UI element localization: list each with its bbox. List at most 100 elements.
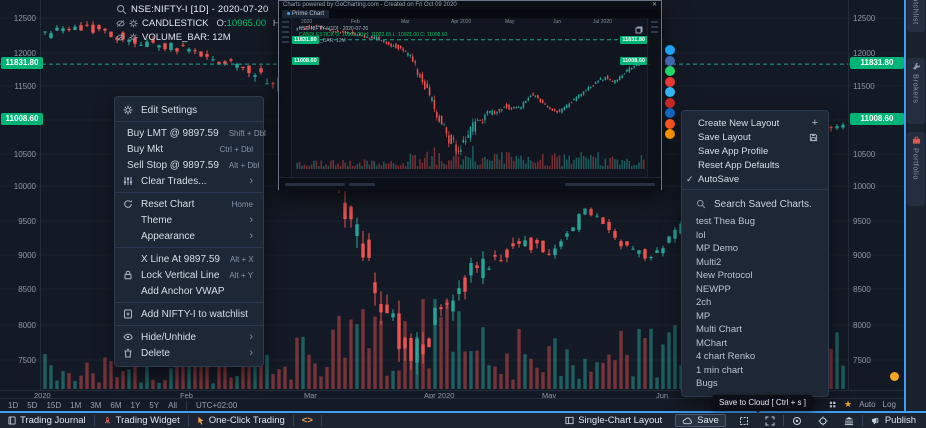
menu-item-save-layout[interactable]: Save Layout (682, 130, 828, 144)
saved-charts-search-input[interactable]: Search Saved Charts. (682, 193, 828, 215)
share-linkedin-icon[interactable] (665, 108, 675, 118)
saved-chart-item[interactable]: 2ch (682, 296, 828, 310)
menu-item-save-app-profile[interactable]: Save App Profile (682, 144, 828, 158)
grid-settings-icon[interactable] (828, 400, 837, 409)
menu-item-label: Add NIFTY-I to watchlist (141, 309, 253, 320)
timeframe-1d[interactable]: 1D (8, 401, 18, 410)
price-tick: 11500 (0, 82, 36, 91)
submenu-arrow-icon: › (249, 332, 253, 342)
saved-chart-item[interactable]: MP Demo (682, 242, 828, 256)
volume-study-label[interactable]: VOLUME_BAR: 12M (142, 32, 231, 43)
timeframe-6m[interactable]: 6M (110, 401, 121, 410)
price-tick: 9000 (0, 251, 36, 260)
record-button[interactable] (784, 413, 810, 428)
timezone-selector[interactable]: UTC+02:00 (196, 401, 237, 410)
menu-item-add-to-watchlist[interactable]: Add NIFTY-I to watchlist (115, 306, 263, 322)
menu-item-label: Edit Settings (141, 105, 253, 116)
menu-item-hide-unhide[interactable]: Hide/Unhide › (115, 329, 263, 345)
saved-chart-item[interactable]: Bugs (682, 377, 828, 391)
single-chart-layout-button[interactable]: Single-Chart Layout (557, 413, 670, 428)
one-click-trading-button[interactable]: One-Click Trading (189, 413, 293, 428)
sidebar-tab-watchlist[interactable]: Watchlist (907, 0, 925, 32)
menu-item-x-line[interactable]: X Line At 9897.59 Alt + X (115, 251, 263, 267)
saved-chart-item[interactable]: Multi2 (682, 256, 828, 270)
gear-icon (123, 105, 136, 115)
eye-off-icon[interactable] (116, 19, 125, 28)
fullscreen-button[interactable] (757, 413, 783, 428)
menu-item-clear-trades[interactable]: Clear Trades... › (115, 173, 263, 189)
timeframe-5d[interactable]: 5D (27, 401, 37, 410)
share-pinterest-icon[interactable] (665, 77, 675, 87)
share-buttons-column (665, 45, 675, 140)
sidebar-tab-portfolio[interactable]: Portfolio (907, 132, 925, 206)
menu-item-theme[interactable]: Theme › (115, 212, 263, 228)
menu-item-edit-settings[interactable]: Edit Settings (115, 102, 263, 118)
floppy-save-icon (809, 133, 818, 142)
candlestick-study-label[interactable]: CANDLESTICK (142, 18, 209, 29)
saved-chart-item[interactable]: MP (682, 310, 828, 324)
menu-item-sell-stop[interactable]: Sell Stop @ 9897.59 Alt + Dbl (115, 157, 263, 173)
right-price-axis-line (848, 0, 849, 390)
share-weibo-icon[interactable] (665, 98, 675, 108)
timeframe-1y[interactable]: 1Y (131, 401, 141, 410)
share-telegram-icon[interactable] (665, 87, 675, 97)
timeframe-5y[interactable]: 5Y (149, 401, 159, 410)
menu-item-buy-mkt[interactable]: Buy Mkt Ctrl + Dbl (115, 141, 263, 157)
code-widget-button[interactable]: <> (294, 413, 321, 428)
share-whatsapp-icon[interactable] (665, 66, 675, 76)
menu-item-autosave[interactable]: ✓ AutoSave (682, 172, 828, 186)
timeframe-1m[interactable]: 1M (70, 401, 81, 410)
refresh-icon (123, 199, 136, 209)
menu-item-lock-vertical-line[interactable]: Lock Vertical Line Alt + Y (115, 267, 263, 283)
screenshot-button[interactable] (731, 413, 757, 428)
menu-item-create-new-layout[interactable]: Create New Layout + (682, 116, 828, 130)
menu-shortcut: Home (232, 200, 253, 209)
menu-item-reset-app-defaults[interactable]: Reset App Defaults (682, 158, 828, 172)
menu-item-add-anchor-vwap[interactable]: Add Anchor VWAP (115, 283, 263, 299)
last-price-badge: 11008.60 (1, 113, 43, 125)
eye-off-icon[interactable] (116, 33, 125, 42)
scroll-to-realtime-button[interactable] (890, 372, 899, 381)
divider (321, 415, 322, 426)
share-twitter-icon[interactable] (665, 45, 675, 55)
symbol-search-icon[interactable] (116, 4, 127, 15)
publish-button[interactable]: Publish (863, 413, 926, 428)
menu-separator (115, 302, 263, 303)
exchange-button[interactable] (836, 413, 862, 428)
popup-bottom-bar (279, 177, 661, 190)
saved-chart-item[interactable]: test Thea Bug (682, 215, 828, 229)
symbol-title[interactable]: NSE:NIFTY-I [1D] - 2020-07-20 (131, 4, 268, 15)
saved-chart-item[interactable]: New Protocol (682, 269, 828, 283)
menu-item-delete[interactable]: Delete › (115, 345, 263, 361)
save-button[interactable]: Save (675, 414, 726, 427)
auto-scale-toggle[interactable]: Auto (859, 400, 875, 409)
share-blogger-icon[interactable] (665, 129, 675, 139)
menu-item-reset-chart[interactable]: Reset Chart Home (115, 196, 263, 212)
saved-chart-item[interactable]: MChart (682, 337, 828, 351)
gear-icon[interactable] (129, 19, 138, 28)
price-tick: 11500 (853, 82, 875, 91)
menu-item-appearance[interactable]: Appearance › (115, 228, 263, 244)
timeframe-all[interactable]: All (168, 401, 177, 410)
target-button[interactable] (810, 413, 836, 428)
popup-close-icon[interactable]: ✕ (652, 1, 657, 9)
menu-item-label: Create New Layout (698, 118, 812, 129)
sidebar-tab-brokers[interactable]: Brokers (907, 58, 925, 124)
popup-date-label: Feb (351, 19, 360, 25)
trading-journal-button[interactable]: Trading Journal (0, 413, 94, 428)
saved-chart-item[interactable]: lol (682, 229, 828, 243)
favorite-star-icon[interactable]: ★ (844, 400, 852, 409)
menu-item-buy-lmt[interactable]: Buy LMT @ 9897.59 Shift + Dbl (115, 125, 263, 141)
share-reddit-icon[interactable] (665, 119, 675, 129)
share-facebook-icon[interactable] (665, 56, 675, 66)
saved-chart-item[interactable]: NEWPP (682, 283, 828, 297)
saved-chart-item[interactable]: 1 min chart (682, 364, 828, 378)
submenu-arrow-icon: › (249, 231, 253, 241)
gear-icon[interactable] (129, 33, 138, 42)
saved-chart-item[interactable]: Multi Chart (682, 323, 828, 337)
timeframe-3m[interactable]: 3M (90, 401, 101, 410)
timeframe-15d[interactable]: 15D (46, 401, 61, 410)
saved-chart-item[interactable]: 4 chart Renko (682, 350, 828, 364)
trading-widget-button[interactable]: Trading Widget (95, 413, 188, 428)
log-scale-toggle[interactable]: Log (883, 400, 896, 409)
